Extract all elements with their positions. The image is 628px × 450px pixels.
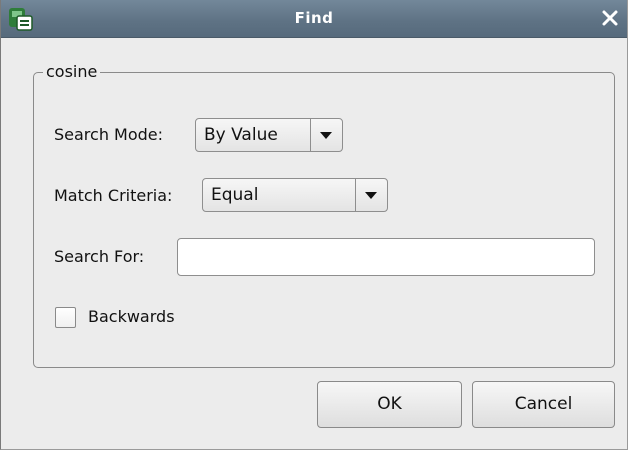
search-mode-dropdown[interactable]: By Value <box>195 118 343 152</box>
search-for-input[interactable] <box>177 238 595 276</box>
title-bar[interactable]: Find <box>1 0 627 38</box>
cancel-button[interactable]: Cancel <box>472 381 615 428</box>
match-criteria-value: Equal <box>211 185 259 205</box>
search-for-label: Search For: <box>54 247 145 266</box>
match-criteria-dropdown[interactable]: Equal <box>202 178 388 212</box>
ok-button[interactable]: OK <box>317 381 462 428</box>
match-criteria-label: Match Criteria: <box>54 186 173 205</box>
chevron-down-icon[interactable] <box>311 119 341 151</box>
close-icon[interactable] <box>599 7 621 29</box>
find-dialog: Find cosine Search Mode: By Value Match … <box>0 0 628 450</box>
search-mode-label: Search Mode: <box>54 125 164 144</box>
backwards-checkbox[interactable] <box>55 307 76 328</box>
search-mode-value: By Value <box>204 125 278 145</box>
backwards-label[interactable]: Backwards <box>88 307 175 327</box>
group-title: cosine <box>43 63 101 81</box>
chevron-down-icon[interactable] <box>356 179 386 211</box>
window-title: Find <box>294 9 334 27</box>
